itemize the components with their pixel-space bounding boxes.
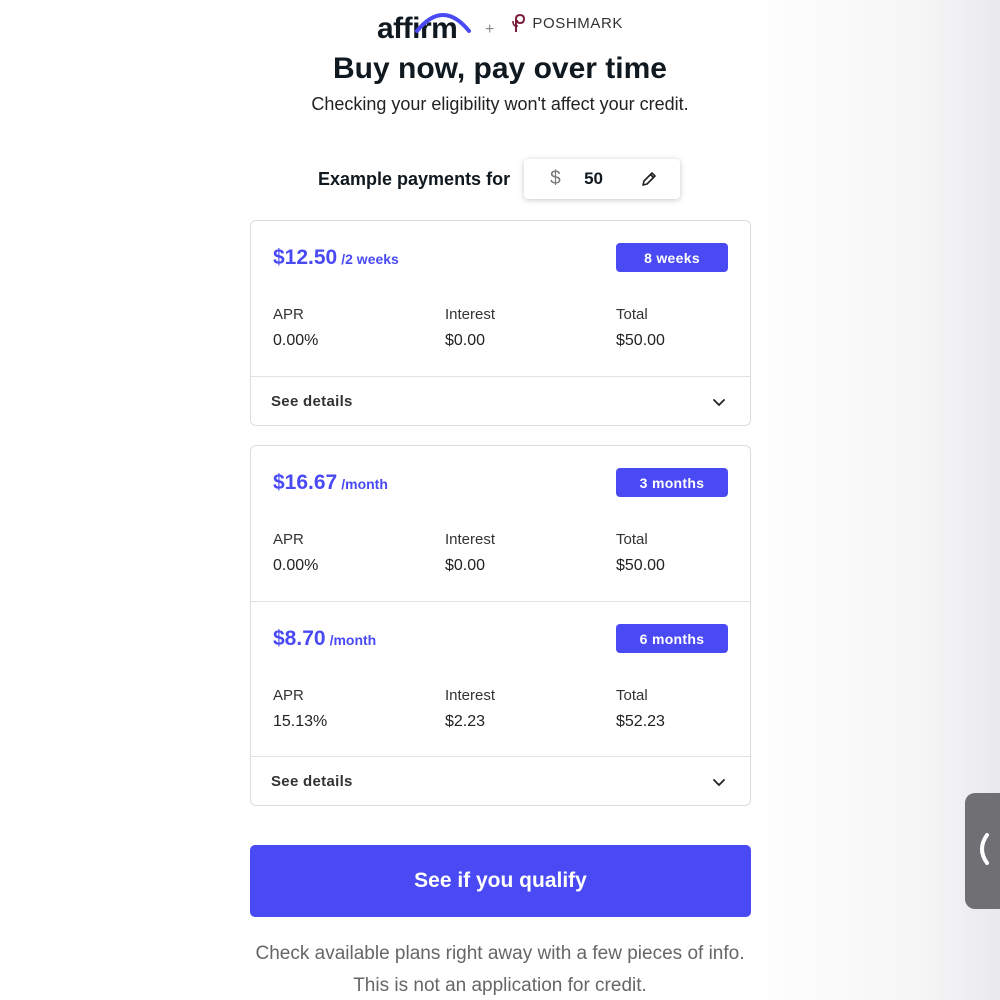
pencil-icon[interactable] [640,170,658,193]
side-drawer-tab[interactable] [965,793,1000,909]
interest-label: Interest [445,306,496,323]
interest-label: Interest [445,687,496,704]
footnote: Check available plans right away with a … [0,938,1000,1000]
apr-column: APR 0.00% [273,531,318,575]
apr-label: APR [273,531,304,548]
term-badge: 3 months [616,468,728,497]
currency-symbol: $ [550,168,561,189]
plan-price: $16.67/month [273,471,388,495]
see-if-you-qualify-button[interactable]: See if you qualify [250,845,751,917]
amount-field[interactable]: $ [524,159,681,199]
footnote-line-2: This is not an application for credit. [353,975,647,996]
apr-value: 0.00% [273,332,319,349]
chevron-down-icon [712,775,726,793]
total-label: Total [616,687,648,704]
total-column: Total $50.00 [616,306,665,350]
see-details-label: See details [271,392,353,410]
total-label: Total [616,306,648,323]
footnote-line-1: Check available plans right away with a … [255,943,745,964]
poshmark-p-icon [512,13,526,32]
example-payments-label: Example payments for [318,168,511,189]
plan-option[interactable]: $16.67/month 3 months APR 0.00% Interest… [251,446,750,601]
plan-option[interactable]: $8.70/month 6 months APR 15.13% Interest… [251,601,750,756]
term-badge: 8 weeks [616,243,728,272]
page-title: Buy now, pay over time [333,52,667,85]
interest-column: Interest $2.23 [445,687,495,731]
apr-label: APR [273,687,304,704]
plan-card: $12.50/2 weeks 8 weeks APR 0.00% Interes… [250,220,751,426]
total-label: Total [616,531,648,548]
total-value: $50.00 [616,557,665,574]
apr-value: 0.00% [273,557,319,574]
payment-amount: $8.70 [273,627,326,650]
term-badge: 6 months [616,624,728,653]
affirm-logo: affirm [377,5,471,45]
interest-value: $0.00 [445,332,486,349]
page-subtitle: Checking your eligibility won't affect y… [311,94,689,114]
interest-column: Interest $0.00 [445,306,495,350]
plan-price: $12.50/2 weeks [273,246,399,270]
see-details-label: See details [271,772,353,790]
plus-sign: + [485,21,495,38]
interest-value: $2.23 [445,713,486,730]
total-column: Total $52.23 [616,687,665,731]
partner-name: POSHMARK [532,14,623,32]
apr-column: APR 15.13% [273,687,327,731]
payment-amount: $12.50 [273,246,338,269]
example-payments-row: Example payments for $ [318,158,681,200]
amount-input[interactable] [584,169,629,189]
brand-header: affirm + POSHMARK [0,0,1000,50]
payment-amount: $16.67 [273,471,338,494]
apr-column: APR 0.00% [273,306,318,350]
apr-value: 15.13% [273,713,328,730]
plan-card: $16.67/month 3 months APR 0.00% Interest… [250,445,751,806]
payment-frequency: /month [329,632,377,648]
total-value: $50.00 [616,332,665,349]
plan-option[interactable]: $12.50/2 weeks 8 weeks APR 0.00% Interes… [251,221,750,376]
see-details-toggle[interactable]: See details [251,376,750,425]
total-column: Total $50.00 [616,531,665,575]
affirm-arc-icon [415,13,471,33]
interest-column: Interest $0.00 [445,531,495,575]
chevron-left-icon [975,831,991,872]
chevron-down-icon [712,395,726,413]
total-value: $52.23 [616,713,665,730]
interest-value: $0.00 [445,557,486,574]
poshmark-logo: POSHMARK [510,13,623,33]
payment-frequency: /month [341,476,388,492]
apr-label: APR [273,306,304,323]
see-details-toggle[interactable]: See details [251,756,750,805]
right-edge-shade [740,0,1000,1000]
interest-label: Interest [445,531,496,548]
payment-frequency: /2 weeks [341,251,399,267]
plan-price: $8.70/month [273,627,376,651]
